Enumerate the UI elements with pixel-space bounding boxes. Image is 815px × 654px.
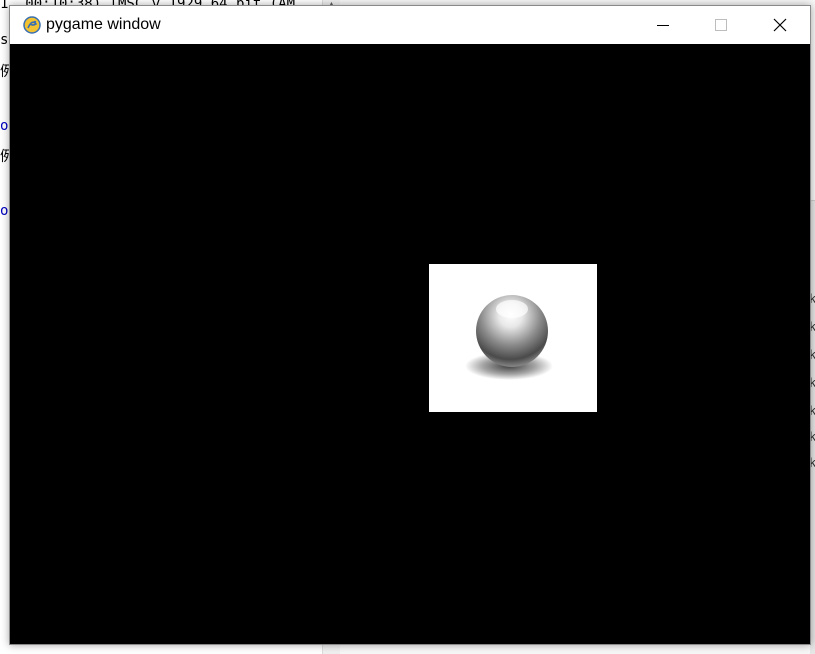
- ball-sprite: [429, 264, 597, 412]
- shaded-sphere-icon: [465, 295, 553, 380]
- game-canvas[interactable]: [10, 44, 810, 644]
- minimize-button[interactable]: [634, 6, 692, 44]
- window-title: pygame window: [46, 16, 161, 33]
- desktop: 1, 00:10:38) [MSC v.1929 64 bit (AM se 例…: [0, 0, 815, 654]
- close-button[interactable]: [751, 6, 809, 44]
- maximize-button[interactable]: [692, 6, 750, 44]
- pygame-snake-icon: [22, 15, 42, 35]
- pygame-window[interactable]: pygame window: [9, 5, 811, 645]
- title-bar[interactable]: pygame window: [10, 6, 810, 44]
